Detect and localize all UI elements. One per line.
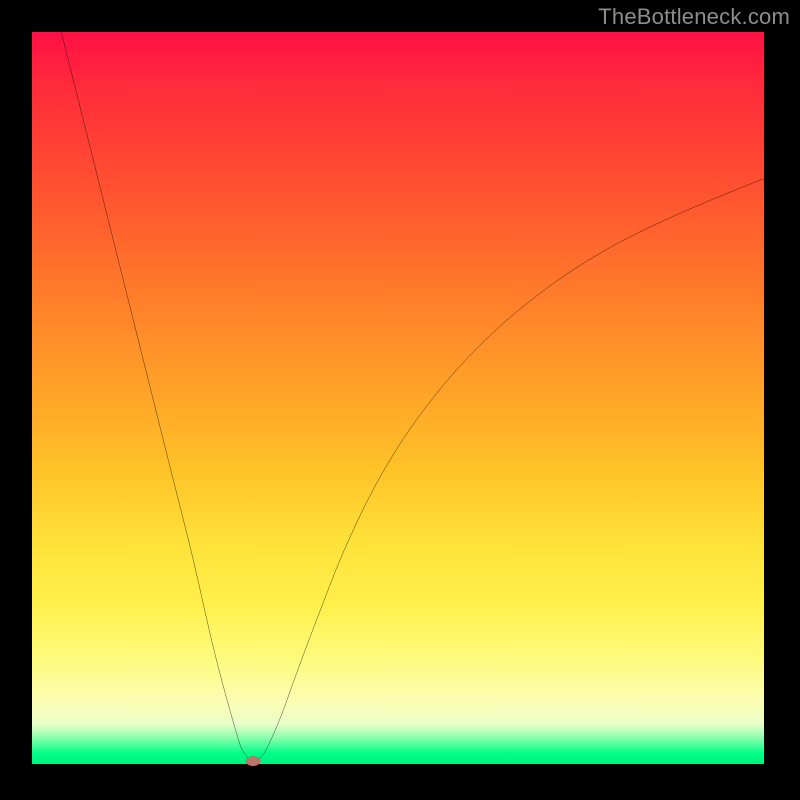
watermark-text: TheBottleneck.com: [598, 4, 790, 30]
minimum-marker: [246, 756, 261, 766]
curve-path: [61, 32, 764, 760]
bottleneck-curve: [32, 32, 764, 764]
plot-area: [32, 32, 764, 764]
chart-frame: TheBottleneck.com: [0, 0, 800, 800]
